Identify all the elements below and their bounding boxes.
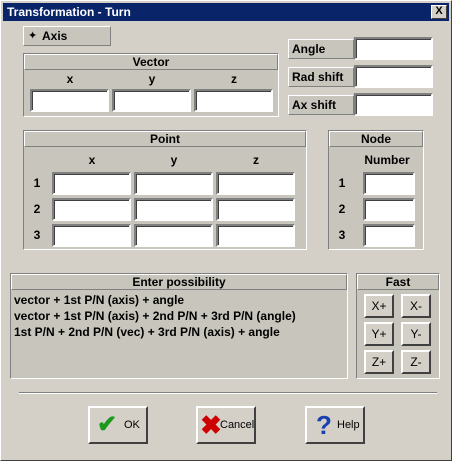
point-group: Point x y z 1 2 3 — [23, 130, 307, 250]
separator — [19, 392, 437, 394]
point-col-y: y — [170, 153, 178, 167]
fast-title: Fast — [385, 275, 411, 289]
node-row-3-label: 3 — [338, 228, 346, 242]
title-bar[interactable]: Transformation - Turn X — [3, 3, 449, 21]
rad-shift-label-box: Rad shift — [288, 67, 354, 87]
rad-shift-input[interactable] — [354, 65, 433, 88]
possibility-group: Enter possibility vector + 1st P/N (axis… — [10, 273, 348, 379]
angle-label: Angle — [292, 42, 326, 56]
z-minus-button[interactable]: Z- — [401, 350, 431, 374]
ax-shift-label-box: Ax shift — [288, 95, 354, 115]
point-1-z-input[interactable] — [216, 172, 295, 195]
vector-x-input[interactable] — [30, 89, 109, 112]
node-group: Node Number 1 2 3 — [328, 130, 424, 250]
node-row-2-label: 2 — [338, 202, 346, 216]
point-row-1-label: 1 — [33, 176, 41, 190]
point-title: Point — [150, 132, 180, 146]
ok-button[interactable]: ✔ OK — [88, 406, 148, 444]
axis-label: Axis — [42, 29, 68, 43]
vector-col-x: x — [66, 72, 74, 86]
possibility-line-2: vector + 1st P/N (axis) + 2nd P/N + 3rd … — [14, 309, 296, 323]
fast-header: Fast — [357, 274, 439, 290]
node-title: Node — [361, 132, 391, 146]
x-mark-icon: ✖ — [200, 410, 222, 440]
question-mark-icon: ? — [316, 410, 332, 440]
node-1-input[interactable] — [363, 172, 415, 195]
point-3-z-input[interactable] — [216, 224, 295, 247]
y-minus-button[interactable]: Y- — [401, 322, 431, 346]
ok-label: OK — [124, 419, 140, 431]
possibility-line-1: vector + 1st P/N (axis) + angle — [14, 293, 185, 307]
help-label: Help — [337, 419, 360, 431]
vector-z-input[interactable] — [194, 89, 273, 112]
cancel-label: Cancel — [220, 419, 255, 431]
point-2-z-input[interactable] — [216, 198, 295, 221]
z-plus-button[interactable]: Z+ — [364, 350, 394, 374]
checkmark-icon: ✔ — [96, 411, 118, 438]
node-3-input[interactable] — [363, 224, 415, 247]
dialog-window: Transformation - Turn X ✦ Axis Vector x … — [0, 0, 452, 461]
close-button[interactable]: X — [431, 5, 447, 19]
point-2-x-input[interactable] — [52, 198, 131, 221]
point-row-3-label: 3 — [33, 228, 41, 242]
ax-shift-label: Ax shift — [292, 98, 337, 112]
help-button[interactable]: ? Help — [305, 406, 365, 444]
point-header: Point — [24, 131, 306, 147]
point-1-x-input[interactable] — [52, 172, 131, 195]
point-row-2-label: 2 — [33, 202, 41, 216]
y-plus-button[interactable]: Y+ — [364, 322, 394, 346]
point-1-y-input[interactable] — [134, 172, 213, 195]
x-plus-button[interactable]: X+ — [364, 294, 394, 318]
angle-input[interactable] — [354, 37, 433, 60]
point-2-y-input[interactable] — [134, 198, 213, 221]
node-2-input[interactable] — [363, 198, 415, 221]
radio-dot-icon: ✦ — [28, 30, 38, 42]
point-col-z: z — [253, 153, 259, 167]
fast-group: Fast X+ X- Y+ Y- Z+ Z- — [356, 273, 440, 379]
vector-col-z: z — [231, 72, 237, 86]
possibility-header: Enter possibility — [11, 274, 347, 290]
node-row-1-label: 1 — [338, 176, 346, 190]
point-3-x-input[interactable] — [52, 224, 131, 247]
node-header: Node — [329, 131, 423, 147]
possibility-line-3: 1st P/N + 2nd P/N (vec) + 3rd P/N (axis)… — [14, 325, 280, 339]
window-title: Transformation - Turn — [7, 5, 131, 19]
vector-col-y: y — [148, 72, 156, 86]
rad-shift-label: Rad shift — [292, 70, 344, 84]
vector-group: Vector x y z — [23, 53, 279, 117]
point-3-y-input[interactable] — [134, 224, 213, 247]
vector-y-input[interactable] — [112, 89, 191, 112]
node-subtitle: Number — [364, 153, 410, 167]
vector-header: Vector — [24, 54, 278, 70]
cancel-button[interactable]: ✖ Cancel — [196, 406, 256, 444]
vector-title: Vector — [132, 55, 170, 69]
ax-shift-input[interactable] — [354, 93, 433, 116]
point-col-x: x — [88, 153, 96, 167]
possibility-title: Enter possibility — [132, 275, 226, 289]
angle-label-box: Angle — [288, 39, 354, 59]
axis-radio[interactable]: ✦ Axis — [23, 26, 111, 46]
x-minus-button[interactable]: X- — [401, 294, 431, 318]
